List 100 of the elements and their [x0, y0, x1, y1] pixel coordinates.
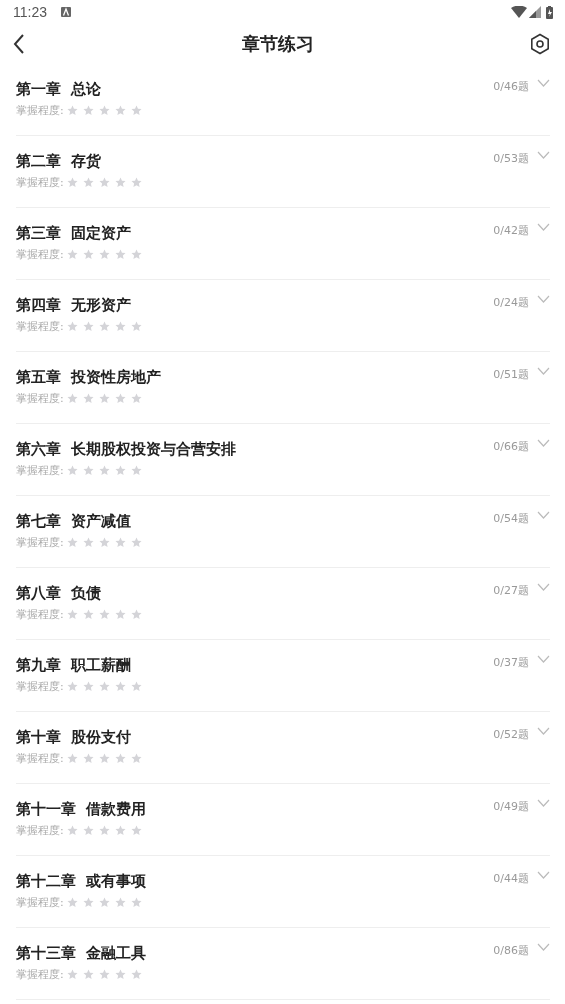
star-icon: [114, 681, 126, 692]
star-icon: [98, 897, 110, 908]
star-icon: [114, 177, 126, 188]
chapter-row[interactable]: 第三章 固定资产 掌握程度: 0/42题: [16, 208, 550, 280]
chapter-title: 第八章 负债: [16, 583, 103, 603]
star-icon: [82, 753, 94, 764]
chapter-title: 第七章 资产减值: [16, 511, 133, 531]
star-icon: [130, 465, 142, 476]
star-icon: [82, 177, 94, 188]
chapter-row[interactable]: 第八章 负债 掌握程度: 0/27题: [16, 568, 550, 640]
chapter-row[interactable]: 第十章 股份支付 掌握程度: 0/52题: [16, 712, 550, 784]
star-icon: [82, 897, 94, 908]
question-count: 0/53题: [493, 151, 529, 167]
question-count: 0/42题: [493, 223, 529, 239]
question-count: 0/27题: [493, 583, 529, 599]
chapter-row[interactable]: 第十二章 或有事项 掌握程度: 0/44题: [16, 856, 550, 928]
star-icon: [114, 825, 126, 836]
star-icon: [98, 465, 110, 476]
star-icon: [98, 681, 110, 692]
star-icon: [66, 753, 78, 764]
mastery-label: 掌握程度:: [16, 535, 64, 550]
star-icon: [66, 825, 78, 836]
chapter-row[interactable]: 第一章 总论 掌握程度: 0/46题: [16, 64, 550, 136]
chevron-down-icon[interactable]: [537, 943, 550, 951]
star-icon: [114, 753, 126, 764]
star-icon: [98, 177, 110, 188]
star-icon: [98, 825, 110, 836]
signal-icon: [529, 6, 541, 18]
chevron-down-icon[interactable]: [537, 223, 550, 231]
chapter-row[interactable]: 第五章 投资性房地产 掌握程度: 0/51题: [16, 352, 550, 424]
star-icon: [82, 825, 94, 836]
chapter-title: 第十章 股份支付: [16, 727, 133, 747]
chapter-title: 第九章 职工薪酬: [16, 655, 133, 675]
mastery-label: 掌握程度:: [16, 319, 64, 334]
star-icon: [82, 969, 94, 980]
chapter-row[interactable]: 第四章 无形资产 掌握程度: 0/24题: [16, 280, 550, 352]
star-icon: [130, 825, 142, 836]
mastery-label: 掌握程度:: [16, 463, 64, 478]
chevron-down-icon[interactable]: [537, 151, 550, 159]
chapter-row[interactable]: 第十三章 金融工具 掌握程度: 0/86题: [16, 928, 550, 1000]
chevron-down-icon[interactable]: [537, 655, 550, 663]
mastery-label: 掌握程度:: [16, 751, 64, 766]
chapter-title: 第六章 长期股权投资与合营安排: [16, 439, 238, 459]
chevron-down-icon[interactable]: [537, 295, 550, 303]
page-title: 章节练习: [240, 32, 315, 56]
mastery-label: 掌握程度:: [16, 895, 64, 910]
star-icon: [66, 393, 78, 404]
mastery-label: 掌握程度:: [16, 607, 64, 622]
question-count: 0/24题: [493, 295, 529, 311]
chapter-row[interactable]: 第二章 存货 掌握程度: 0/53题: [16, 136, 550, 208]
chapter-title: 第十三章 金融工具: [16, 943, 148, 963]
star-icon: [66, 249, 78, 260]
chevron-down-icon[interactable]: [537, 727, 550, 735]
star-icon: [82, 537, 94, 548]
mastery-label: 掌握程度:: [16, 823, 64, 838]
chapter-row[interactable]: 第十一章 借款费用 掌握程度: 0/49题: [16, 784, 550, 856]
mastery-label: 掌握程度:: [16, 103, 64, 118]
star-icon: [130, 969, 142, 980]
star-icon: [130, 321, 142, 332]
star-icon: [66, 969, 78, 980]
star-icon: [114, 897, 126, 908]
star-icon: [114, 393, 126, 404]
chapter-title: 第十二章 或有事项: [16, 871, 148, 891]
question-count: 0/52题: [493, 727, 529, 743]
star-icon: [130, 753, 142, 764]
chevron-down-icon[interactable]: [537, 439, 550, 447]
chevron-down-icon[interactable]: [537, 511, 550, 519]
mastery-label: 掌握程度:: [16, 679, 64, 694]
star-icon: [98, 321, 110, 332]
star-icon: [98, 105, 110, 116]
battery-icon: [546, 5, 553, 19]
star-icon: [98, 609, 110, 620]
mastery-label: 掌握程度:: [16, 247, 64, 262]
chevron-down-icon[interactable]: [537, 367, 550, 375]
star-icon: [114, 609, 126, 620]
star-icon: [98, 753, 110, 764]
settings-button[interactable]: [529, 33, 551, 55]
star-icon: [98, 393, 110, 404]
star-icon: [82, 105, 94, 116]
star-icon: [66, 897, 78, 908]
wifi-icon: [511, 6, 527, 18]
chevron-down-icon[interactable]: [537, 871, 550, 879]
back-button[interactable]: [12, 33, 26, 55]
star-icon: [82, 249, 94, 260]
chevron-down-icon[interactable]: [537, 79, 550, 87]
chapter-title: 第十一章 借款费用: [16, 799, 148, 819]
chapter-row[interactable]: 第六章 长期股权投资与合营安排 掌握程度: 0/66题: [16, 424, 550, 496]
star-icon: [130, 609, 142, 620]
star-icon: [130, 537, 142, 548]
question-count: 0/49题: [493, 799, 529, 815]
chapter-row[interactable]: 第七章 资产减值 掌握程度: 0/54题: [16, 496, 550, 568]
chevron-down-icon[interactable]: [537, 583, 550, 591]
chapter-title: 第五章 投资性房地产: [16, 367, 163, 387]
chapter-row[interactable]: 第九章 职工薪酬 掌握程度: 0/37题: [16, 640, 550, 712]
notification-icon: [61, 7, 71, 17]
question-count: 0/66题: [493, 439, 529, 455]
star-icon: [130, 393, 142, 404]
chevron-down-icon[interactable]: [537, 799, 550, 807]
star-icon: [98, 969, 110, 980]
star-icon: [130, 177, 142, 188]
